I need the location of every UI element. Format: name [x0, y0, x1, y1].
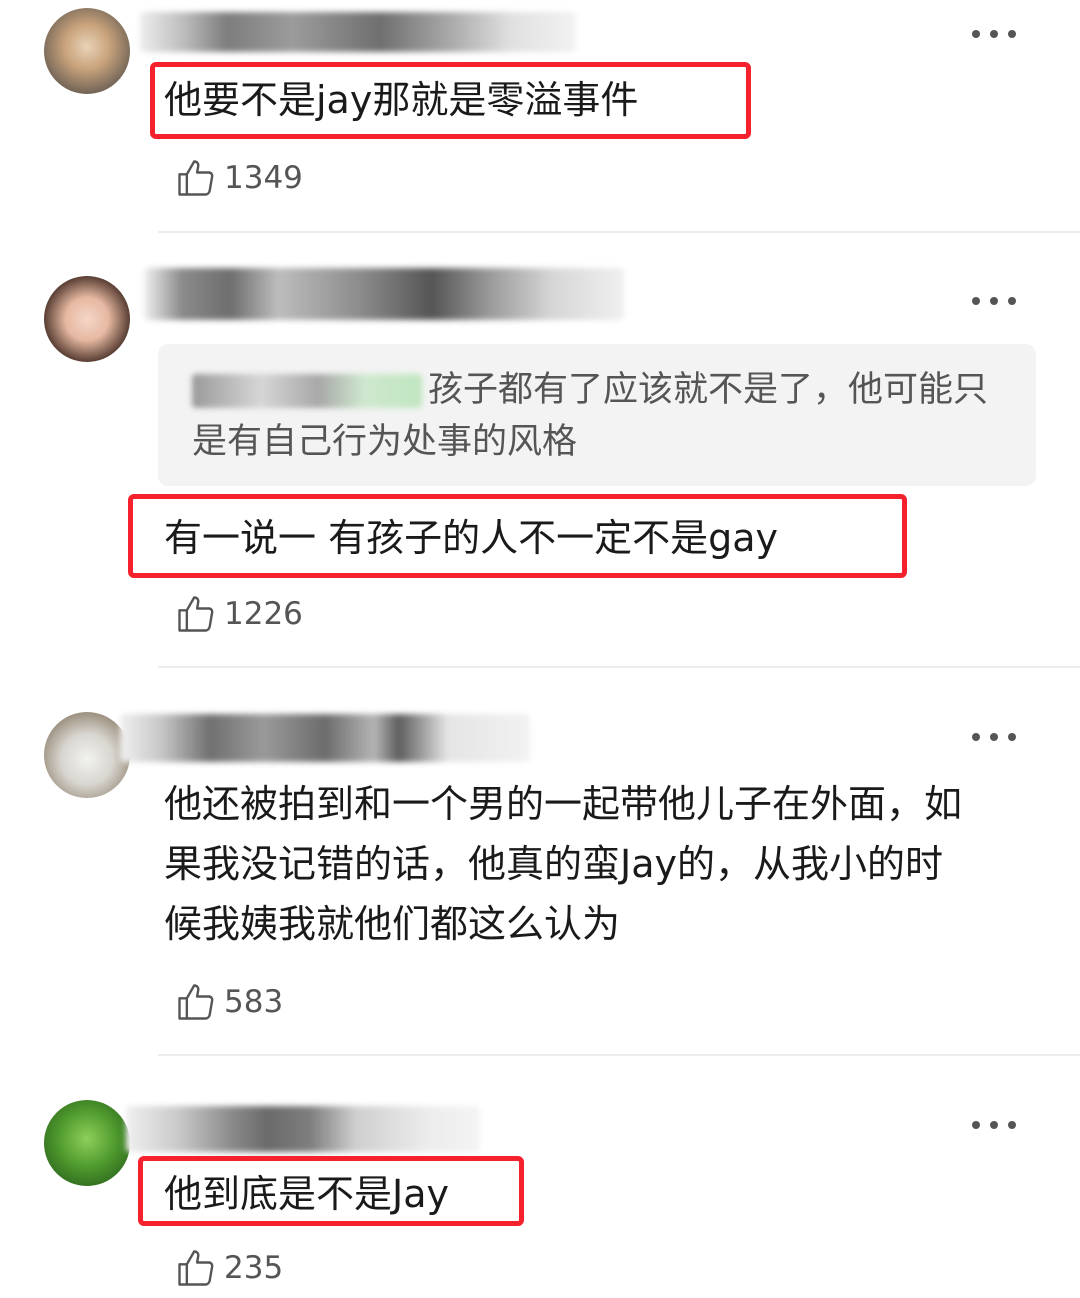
- username-blurred[interactable]: [144, 268, 624, 320]
- comment-item: 他到底是不是Jay 235: [0, 1056, 1080, 1298]
- like-button[interactable]: 235: [174, 1246, 283, 1290]
- like-count: 1226: [224, 596, 303, 632]
- like-button[interactable]: 583: [174, 980, 283, 1024]
- comment-text: 他还被拍到和一个男的一起带他儿子在外面，如果我没记错的话，他真的蛮Jay的，从我…: [164, 782, 963, 946]
- thumbs-up-icon: [178, 160, 214, 196]
- avatar[interactable]: [44, 8, 130, 94]
- avatar[interactable]: [44, 276, 130, 362]
- more-options-button[interactable]: [972, 295, 1016, 307]
- highlight-box: [150, 62, 751, 139]
- quoted-reply[interactable]: 孩子都有了应该就不是了，他可能只是有自己行为处事的风格: [158, 344, 1036, 486]
- like-count: 1349: [224, 160, 303, 196]
- like-count: 583: [224, 984, 284, 1020]
- avatar[interactable]: [44, 1100, 130, 1186]
- like-button[interactable]: 1349: [174, 156, 303, 200]
- more-options-button[interactable]: [972, 731, 1016, 743]
- comment-item: 他还被拍到和一个男的一起带他儿子在外面，如果我没记错的话，他真的蛮Jay的，从我…: [0, 668, 1080, 1056]
- avatar[interactable]: [44, 712, 130, 798]
- comment-item: 他要不是jay那就是零溢事件 1349: [0, 0, 1080, 233]
- highlight-box: [138, 1156, 524, 1226]
- like-button[interactable]: 1226: [174, 592, 303, 636]
- highlight-box: [128, 494, 907, 578]
- more-options-button[interactable]: [972, 28, 1016, 40]
- username-blurred[interactable]: [140, 12, 576, 52]
- like-count: 235: [224, 1250, 284, 1286]
- more-options-button[interactable]: [972, 1119, 1016, 1131]
- thumbs-up-icon: [178, 1250, 214, 1286]
- comment-item: 孩子都有了应该就不是了，他可能只是有自己行为处事的风格 有一说一 有孩子的人不一…: [0, 232, 1080, 668]
- thumbs-up-icon: [178, 984, 214, 1020]
- username-blurred[interactable]: [126, 1106, 480, 1152]
- thumbs-up-icon: [178, 596, 214, 632]
- quoted-username-blurred: [192, 374, 422, 408]
- username-blurred[interactable]: [120, 714, 530, 762]
